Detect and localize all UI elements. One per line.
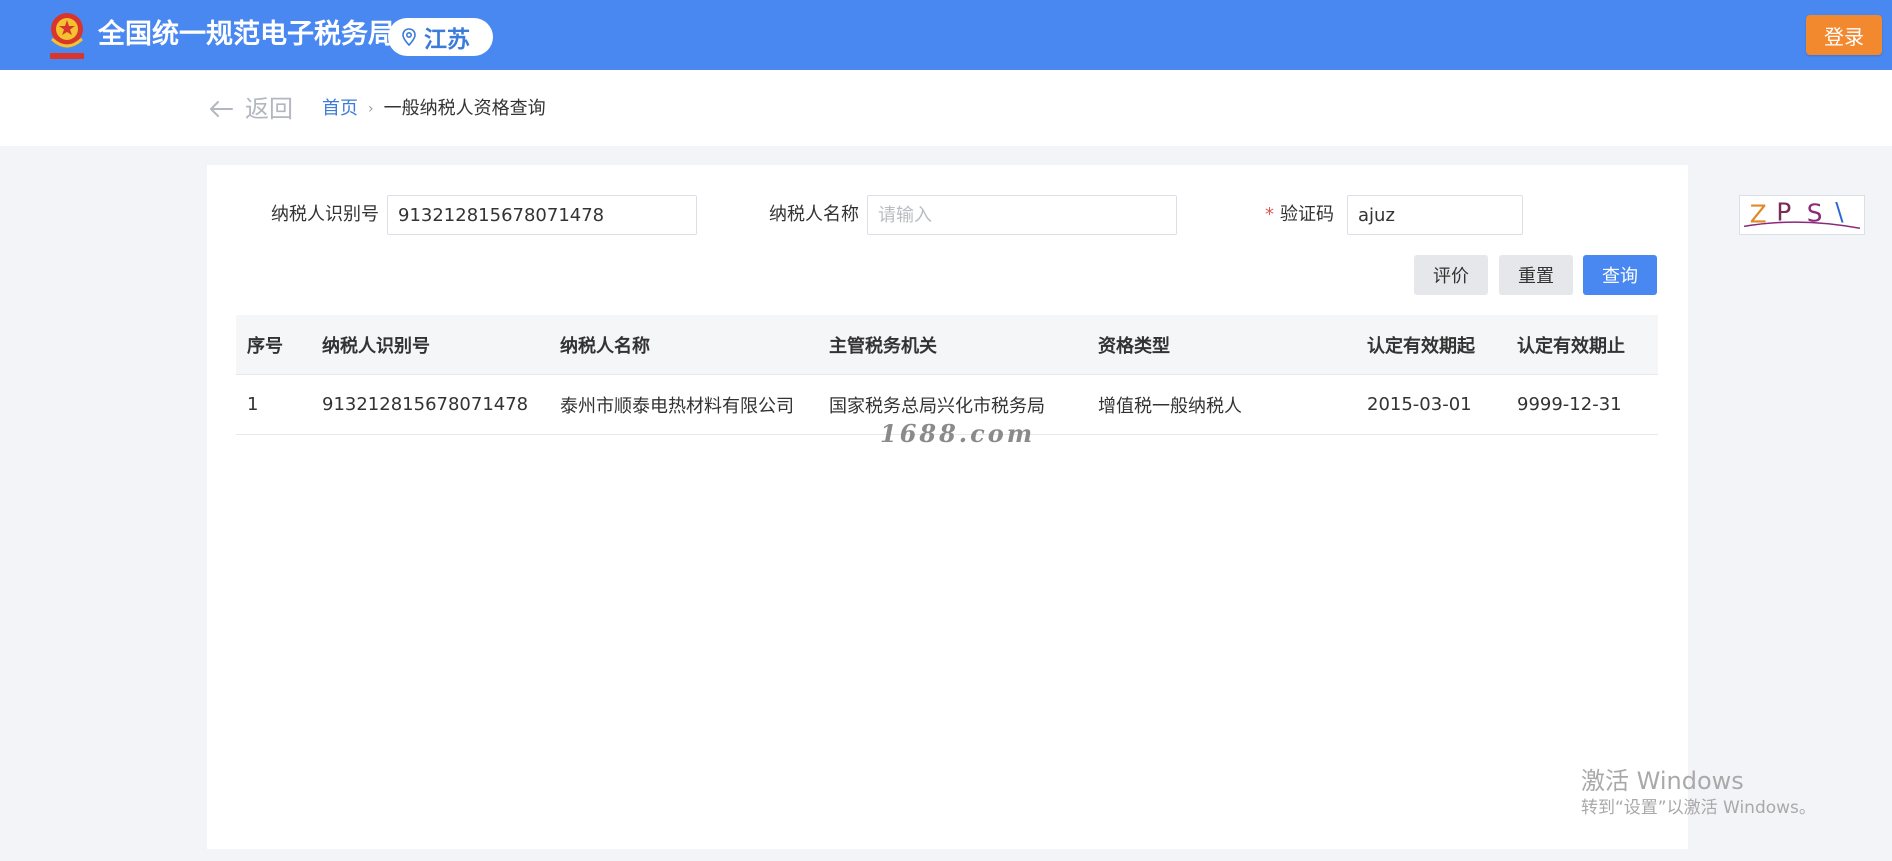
table-header-row: 序号 纳税人识别号 纳税人名称 主管税务机关 资格类型 认定有效期起 认定有效期… — [236, 315, 1658, 375]
taxpayer-id-input[interactable] — [387, 195, 697, 235]
column-header-taxpayer-id: 纳税人识别号 — [322, 335, 430, 357]
column-header-valid-to: 认定有效期止 — [1517, 335, 1625, 357]
national-emblem-logo — [44, 9, 90, 61]
taxpayer-id-label: 纳税人识别号 — [271, 204, 379, 225]
region-name: 江苏 — [424, 27, 470, 53]
required-mark: * — [1265, 204, 1274, 225]
taxpayer-name-input[interactable] — [867, 195, 1177, 235]
cell-taxpayer-name: 泰州市顺泰电热材料有限公司 — [560, 395, 794, 417]
column-header-taxpayer-name: 纳税人名称 — [560, 335, 650, 357]
region-selector[interactable]: 江苏 — [388, 18, 493, 56]
cell-taxpayer-id: 913212815678071478 — [322, 394, 529, 415]
activation-title: 激活 Windows — [1581, 767, 1744, 795]
login-button[interactable]: 登录 — [1806, 15, 1882, 55]
captcha-input[interactable] — [1347, 195, 1523, 235]
top-header-bar: 全国统一规范电子税务局 江苏 登录 — [0, 0, 1892, 70]
location-pin-icon — [402, 28, 416, 46]
breadcrumb-separator: › — [368, 101, 374, 117]
captcha-image[interactable]: Z P S \ — [1739, 195, 1865, 235]
query-button[interactable]: 查询 — [1583, 255, 1657, 295]
results-table: 序号 纳税人识别号 纳税人名称 主管税务机关 资格类型 认定有效期起 认定有效期… — [236, 315, 1658, 435]
activation-subtitle: 转到“设置”以激活 Windows。 — [1581, 798, 1816, 818]
app-title: 全国统一规范电子税务局 — [98, 19, 395, 50]
query-panel: 纳税人识别号 纳税人名称 * 验证码 Z P S \ 评价 重置 查询 序号 纳税… — [207, 165, 1865, 849]
back-arrow-icon — [210, 101, 233, 117]
captcha-char: \ — [1835, 197, 1844, 226]
taxpayer-name-label: 纳税人名称 — [769, 204, 859, 225]
reset-button[interactable]: 重置 — [1499, 255, 1573, 295]
captcha-label-wrap: * 验证码 — [1265, 203, 1334, 227]
site-watermark: 1688.com — [880, 419, 1036, 448]
navigation-bar: 返回 首页 › 一般纳税人资格查询 — [0, 70, 1892, 146]
breadcrumb-current-page: 一般纳税人资格查询 — [383, 98, 546, 119]
cell-index: 1 — [247, 394, 259, 415]
column-header-valid-from: 认定有效期起 — [1367, 335, 1475, 357]
captcha-label: 验证码 — [1280, 204, 1334, 225]
evaluate-button[interactable]: 评价 — [1414, 255, 1488, 295]
breadcrumb: 首页 › 一般纳税人资格查询 — [322, 98, 546, 120]
cell-valid-from: 2015-03-01 — [1367, 394, 1472, 415]
back-label: 返回 — [245, 95, 293, 123]
cell-qualification-type: 增值税一般纳税人 — [1098, 395, 1242, 417]
column-header-tax-authority: 主管税务机关 — [829, 335, 937, 357]
windows-activation-notice: 激活 Windows 转到“设置”以激活 Windows。 — [1581, 766, 1816, 820]
cell-valid-to: 9999-12-31 — [1517, 394, 1622, 415]
column-header-index: 序号 — [247, 335, 283, 357]
back-button[interactable]: 返回 — [209, 94, 293, 124]
column-header-qualification-type: 资格类型 — [1098, 335, 1170, 357]
breadcrumb-home-link[interactable]: 首页 — [322, 98, 358, 120]
cell-tax-authority: 国家税务总局兴化市税务局 — [829, 395, 1045, 417]
